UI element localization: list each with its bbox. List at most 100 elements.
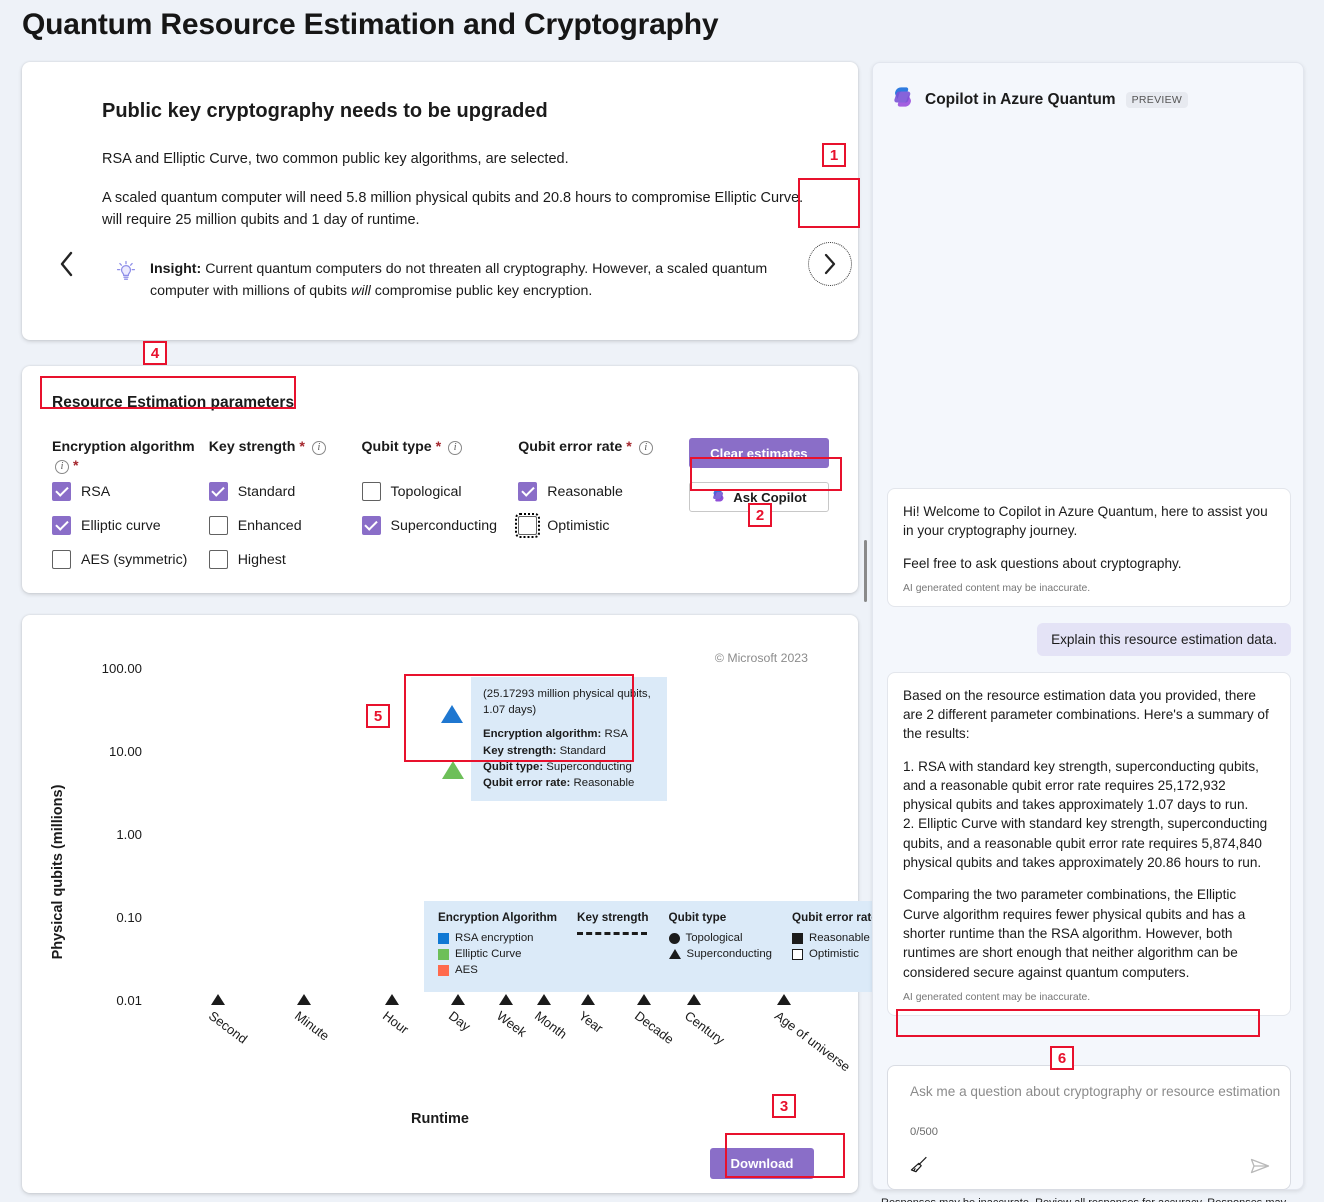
checkbox-box[interactable] — [52, 550, 71, 569]
tooltip-key: Qubit error rate: — [483, 777, 570, 789]
tick-triangle-icon — [451, 994, 465, 1005]
checkbox-box[interactable] — [209, 550, 228, 569]
checkbox-box[interactable] — [209, 482, 228, 501]
user-message-row: Explain this resource estimation data. — [887, 623, 1291, 656]
legend-group-encryption-algorithm: Encryption Algorithm RSA encryption Elli… — [438, 911, 557, 980]
download-button[interactable]: Download — [710, 1148, 814, 1179]
checkbox-label: Elliptic curve — [81, 518, 161, 534]
param-header-qubit-type: Qubit type * i — [362, 438, 519, 482]
copilot-header: Copilot in Azure Quantum PREVIEW — [873, 63, 1303, 114]
left-column: Public key cryptography needs to be upgr… — [22, 62, 858, 1193]
y-tick: 0.01 — [78, 993, 142, 1008]
checkbox-rsa[interactable]: RSA — [52, 482, 209, 501]
info-icon[interactable]: i — [312, 441, 326, 455]
tooltip-value: Standard — [556, 745, 605, 757]
broom-icon[interactable] — [908, 1154, 930, 1181]
legend-item-reasonable: Reasonable — [792, 932, 878, 944]
checkbox-box[interactable] — [362, 482, 381, 501]
checkbox-topological[interactable]: Topological — [362, 482, 519, 501]
copilot-icon — [891, 85, 915, 114]
insight-paragraph-2: A scaled quantum computer will need 5.8 … — [102, 188, 824, 232]
x-tick-label: Second — [206, 1008, 250, 1047]
chart-y-ticks: 100.00 10.00 1.00 0.10 0.01 — [78, 629, 142, 1029]
tooltip-key: Key strength: — [483, 745, 556, 757]
y-tick: 10.00 — [78, 744, 142, 759]
data-point-rsa[interactable] — [441, 705, 463, 723]
checkbox-label: Standard — [238, 484, 296, 500]
legend-label: Superconducting — [687, 948, 773, 960]
legend-label: Elliptic Curve — [455, 948, 521, 960]
vertical-scrollbar[interactable] — [864, 540, 867, 602]
app-root: Quantum Resource Estimation and Cryptogr… — [0, 0, 1324, 1202]
carousel-next-button[interactable] — [808, 242, 852, 286]
info-icon[interactable]: i — [448, 441, 462, 455]
legend-item-rsa: RSA encryption — [438, 932, 557, 944]
checkbox-aes-symmetric[interactable]: AES (symmetric) — [52, 550, 209, 569]
param-column-key-strength: Key strength * i Standard Enhanced — [209, 438, 362, 584]
resource-estimation-chart-card: © Microsoft 2023 Physical qubits (millio… — [22, 615, 858, 1193]
chart-legend: Encryption Algorithm RSA encryption Elli… — [424, 901, 890, 992]
insight-heading: Public key cryptography needs to be upgr… — [102, 100, 824, 123]
copilot-footer-disclaimer: Responses may be inaccurate. Review all … — [881, 1196, 1293, 1202]
tooltip-key: Qubit type: — [483, 761, 543, 773]
x-tick-label: Decade — [632, 1008, 677, 1047]
checkbox-highest[interactable]: Highest — [209, 550, 362, 569]
clear-estimates-button[interactable]: Clear estimates — [689, 438, 829, 468]
checkbox-box[interactable] — [52, 482, 71, 501]
copilot-input-container: Ask me a question about cryptography or … — [887, 1065, 1291, 1190]
tooltip-row: Qubit type: Superconducting — [483, 759, 655, 775]
tick-triangle-icon — [687, 994, 701, 1005]
legend-group-key-strength: Key strength — [577, 911, 648, 980]
checkbox-box[interactable] — [518, 516, 537, 535]
checkbox-enhanced[interactable]: Enhanced — [209, 516, 362, 535]
checkbox-superconducting[interactable]: Superconducting — [362, 516, 519, 535]
checkbox-reasonable[interactable]: Reasonable — [518, 482, 675, 501]
checkbox-label: Reasonable — [547, 484, 623, 500]
x-tick-second: Second — [218, 994, 225, 1005]
checkbox-optimistic[interactable]: Optimistic — [518, 516, 675, 535]
info-icon[interactable]: i — [639, 441, 653, 455]
checkbox-elliptic-curve[interactable]: Elliptic curve — [52, 516, 209, 535]
insight-label: Insight: — [150, 261, 201, 277]
param-header-key-strength: Key strength * i — [209, 438, 362, 482]
info-icon[interactable]: i — [55, 460, 69, 474]
param-label: Qubit error rate — [518, 439, 622, 455]
chevron-left-icon[interactable] — [50, 247, 84, 281]
ask-copilot-button[interactable]: Ask Copilot — [689, 482, 829, 512]
checkbox-label: Enhanced — [238, 518, 302, 534]
insight-card: Public key cryptography needs to be upgr… — [22, 62, 858, 340]
legend-group-qubit-error-rate: Qubit error rate Reasonable Optimistic — [792, 911, 878, 980]
insight-body-b: compromise public key encryption. — [371, 283, 593, 299]
checkbox-box[interactable] — [52, 516, 71, 535]
copilot-icon — [711, 488, 726, 506]
checkbox-standard[interactable]: Standard — [209, 482, 362, 501]
checkbox-box[interactable] — [518, 482, 537, 501]
chart-plot-area: (25.17293 million physical qubits, 1.07 … — [156, 629, 822, 1029]
x-tick-minute: Minute — [304, 994, 311, 1005]
checkbox-label: Topological — [391, 484, 462, 500]
insight-body-em: will — [351, 283, 371, 299]
y-tick: 1.00 — [78, 827, 142, 842]
data-point-elliptic-curve[interactable] — [442, 761, 464, 779]
page-title: Quantum Resource Estimation and Cryptogr… — [22, 8, 718, 42]
send-icon[interactable] — [1248, 1154, 1272, 1183]
checkbox-box[interactable] — [209, 516, 228, 535]
dashed-line-icon — [577, 932, 647, 935]
x-tick-year: Year — [588, 994, 595, 1005]
x-tick-day: Day — [458, 994, 465, 1005]
x-tick-label: Month — [532, 1008, 570, 1042]
ai-disclaimer: AI generated content may be inaccurate. — [903, 991, 1275, 1006]
legend-swatch-blue — [438, 933, 449, 944]
insight-paragraph-1: RSA and Elliptic Curve, two common publi… — [102, 149, 824, 170]
chart-tooltip: (25.17293 million physical qubits, 1.07 … — [471, 677, 667, 801]
answer-paragraph-3: Comparing the two parameter combinations… — [903, 885, 1275, 981]
x-tick-week: Week — [506, 994, 513, 1005]
chart: © Microsoft 2023 Physical qubits (millio… — [36, 629, 844, 1131]
x-tick-label: Week — [494, 1008, 529, 1040]
x-tick-age-of-universe: Age of universe — [784, 994, 791, 1005]
legend-item-optimistic: Optimistic — [792, 948, 878, 960]
checkbox-box[interactable] — [362, 516, 381, 535]
copilot-question-input[interactable]: Ask me a question about cryptography or … — [910, 1084, 1280, 1099]
resource-estimation-parameters-title: Resource Estimation parameters — [52, 394, 834, 412]
tick-triangle-icon — [581, 994, 595, 1005]
